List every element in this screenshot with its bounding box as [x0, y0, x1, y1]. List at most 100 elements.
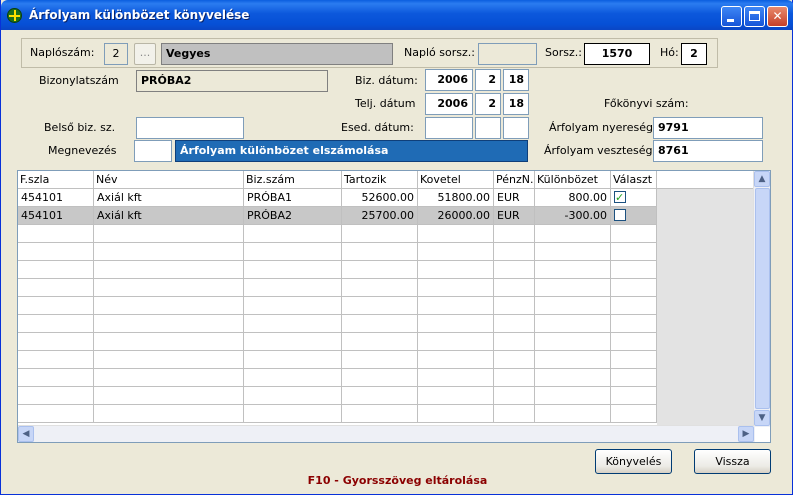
- empty-cell[interactable]: [18, 297, 94, 315]
- empty-cell[interactable]: [611, 387, 657, 405]
- biz-datum-month[interactable]: 2: [475, 69, 501, 91]
- empty-cell[interactable]: [494, 279, 535, 297]
- empty-cell[interactable]: [418, 243, 494, 261]
- cell-nev[interactable]: Axiál kft: [94, 189, 244, 207]
- empty-cell[interactable]: [611, 243, 657, 261]
- cell-kovetel[interactable]: 51800.00: [418, 189, 494, 207]
- empty-cell[interactable]: [18, 243, 94, 261]
- esed-datum-year[interactable]: [425, 117, 473, 139]
- col-header-nev[interactable]: Név: [94, 171, 244, 189]
- empty-cell[interactable]: [494, 351, 535, 369]
- empty-cell[interactable]: [18, 333, 94, 351]
- valaszt-checkbox[interactable]: [614, 189, 626, 206]
- empty-cell[interactable]: [535, 297, 611, 315]
- cell-fszla[interactable]: 454101: [18, 207, 94, 225]
- empty-cell[interactable]: [418, 261, 494, 279]
- empty-cell[interactable]: [418, 297, 494, 315]
- empty-cell[interactable]: [535, 261, 611, 279]
- empty-cell[interactable]: [494, 387, 535, 405]
- empty-cell[interactable]: [418, 387, 494, 405]
- cell-penzn[interactable]: EUR: [494, 189, 535, 207]
- esed-datum-month[interactable]: [475, 117, 501, 139]
- empty-cell[interactable]: [18, 225, 94, 243]
- empty-cell[interactable]: [494, 405, 535, 423]
- col-header-penzn[interactable]: PénzN.: [494, 171, 535, 189]
- telj-datum-year[interactable]: 2006: [425, 93, 473, 115]
- vertical-scroll-thumb[interactable]: [755, 188, 770, 409]
- cell-penzn[interactable]: EUR: [494, 207, 535, 225]
- maximize-button[interactable]: [744, 6, 765, 27]
- megnevezes-field[interactable]: Árfolyam különbözet elszámolása: [175, 140, 528, 162]
- empty-cell[interactable]: [94, 297, 244, 315]
- empty-cell[interactable]: [244, 387, 342, 405]
- empty-cell[interactable]: [94, 333, 244, 351]
- empty-cell[interactable]: [244, 297, 342, 315]
- empty-cell[interactable]: [535, 243, 611, 261]
- scroll-left-button[interactable]: ◀: [18, 426, 34, 442]
- empty-cell[interactable]: [611, 297, 657, 315]
- empty-cell[interactable]: [244, 405, 342, 423]
- empty-cell[interactable]: [418, 405, 494, 423]
- cell-valaszt[interactable]: [611, 189, 657, 207]
- empty-cell[interactable]: [494, 225, 535, 243]
- konyveles-button[interactable]: Könyvelés: [595, 449, 672, 474]
- telj-datum-month[interactable]: 2: [475, 93, 501, 115]
- empty-cell[interactable]: [18, 261, 94, 279]
- col-header-valaszt[interactable]: Választ: [611, 171, 657, 189]
- scroll-right-button[interactable]: ▶: [738, 426, 754, 442]
- empty-cell[interactable]: [94, 351, 244, 369]
- empty-cell[interactable]: [18, 279, 94, 297]
- empty-cell[interactable]: [535, 225, 611, 243]
- empty-cell[interactable]: [494, 315, 535, 333]
- ho-field[interactable]: 2: [681, 43, 707, 65]
- empty-cell[interactable]: [244, 333, 342, 351]
- col-header-bizszam[interactable]: Biz.szám: [244, 171, 342, 189]
- empty-cell[interactable]: [494, 333, 535, 351]
- empty-cell[interactable]: [611, 351, 657, 369]
- empty-cell[interactable]: [535, 369, 611, 387]
- close-button[interactable]: ✕: [767, 6, 788, 27]
- empty-cell[interactable]: [342, 279, 418, 297]
- empty-cell[interactable]: [94, 225, 244, 243]
- col-header-kulonbozet[interactable]: Különbözet: [535, 171, 611, 189]
- empty-cell[interactable]: [611, 369, 657, 387]
- empty-cell[interactable]: [535, 315, 611, 333]
- empty-cell[interactable]: [418, 351, 494, 369]
- empty-cell[interactable]: [94, 261, 244, 279]
- scroll-up-button[interactable]: ▲: [754, 171, 770, 187]
- empty-cell[interactable]: [244, 225, 342, 243]
- empty-cell[interactable]: [611, 279, 657, 297]
- empty-cell[interactable]: [342, 333, 418, 351]
- empty-cell[interactable]: [244, 369, 342, 387]
- horizontal-scrollbar[interactable]: ◀ ▶: [18, 425, 755, 442]
- empty-cell[interactable]: [342, 387, 418, 405]
- veszteseg-field[interactable]: 8761: [653, 140, 763, 162]
- empty-cell[interactable]: [94, 279, 244, 297]
- empty-cell[interactable]: [244, 351, 342, 369]
- empty-cell[interactable]: [244, 315, 342, 333]
- empty-cell[interactable]: [18, 405, 94, 423]
- naplo-sorsz-field[interactable]: [478, 43, 537, 65]
- empty-cell[interactable]: [18, 369, 94, 387]
- bizonylatszam-field[interactable]: PRÓBA2: [136, 70, 328, 92]
- empty-cell[interactable]: [18, 315, 94, 333]
- empty-cell[interactable]: [342, 315, 418, 333]
- sorsz-field[interactable]: 1570: [584, 43, 650, 65]
- nyereseg-field[interactable]: 9791: [653, 117, 763, 139]
- biz-datum-day[interactable]: 18: [503, 69, 529, 91]
- empty-cell[interactable]: [611, 315, 657, 333]
- empty-cell[interactable]: [342, 243, 418, 261]
- empty-cell[interactable]: [535, 333, 611, 351]
- empty-cell[interactable]: [342, 405, 418, 423]
- valaszt-checkbox[interactable]: [614, 209, 626, 221]
- title-bar[interactable]: Árfolyam különbözet könyvelése ✕: [1, 0, 793, 30]
- cell-nev[interactable]: Axiál kft: [94, 207, 244, 225]
- empty-cell[interactable]: [244, 243, 342, 261]
- biz-datum-year[interactable]: 2006: [425, 69, 473, 91]
- telj-datum-day[interactable]: 18: [503, 93, 529, 115]
- cell-tartozik[interactable]: 52600.00: [342, 189, 418, 207]
- col-header-fszla[interactable]: F.szla: [18, 171, 94, 189]
- empty-cell[interactable]: [94, 369, 244, 387]
- empty-cell[interactable]: [418, 315, 494, 333]
- vertical-scrollbar[interactable]: ▲ ▼: [753, 171, 770, 427]
